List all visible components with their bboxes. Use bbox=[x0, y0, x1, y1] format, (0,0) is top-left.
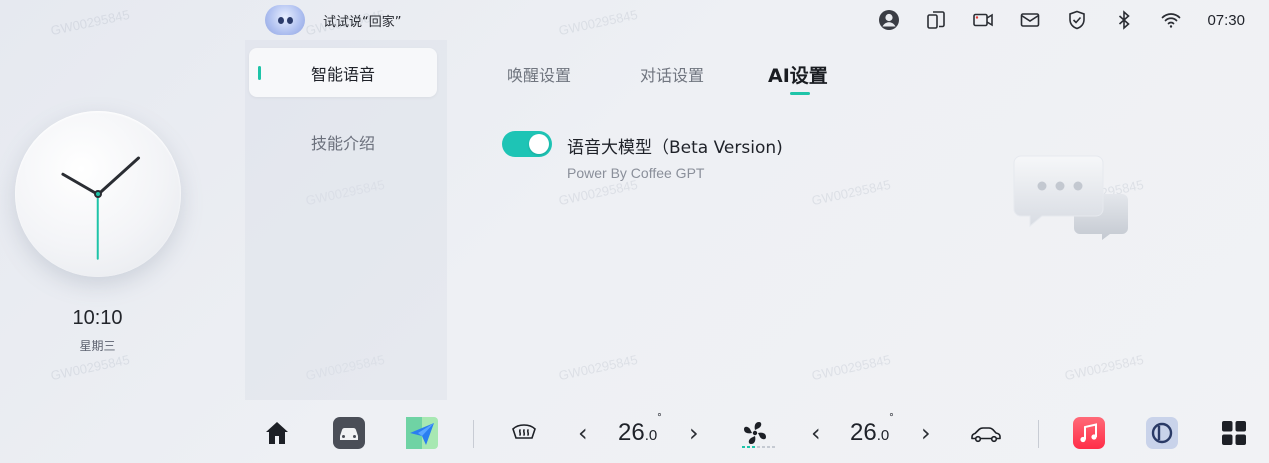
music-app-icon[interactable] bbox=[1072, 416, 1106, 450]
phone-mirror-icon[interactable] bbox=[925, 9, 947, 31]
sidebar-item-label: 智能语音 bbox=[310, 64, 375, 84]
tab-dialog-settings[interactable]: 对话设置 bbox=[640, 62, 704, 86]
clock-center bbox=[94, 190, 102, 198]
status-bar: 试试说“回家” 07:30 bbox=[245, 0, 1269, 40]
llm-toggle-switch[interactable] bbox=[502, 131, 552, 157]
right-temp-down-button[interactable]: ‹ bbox=[811, 419, 821, 447]
watermark: GW00295845 bbox=[810, 351, 892, 384]
right-temperature: 26.0° bbox=[850, 412, 894, 446]
clock-hour-hand bbox=[60, 171, 99, 196]
watermark: GW00295845 bbox=[1063, 351, 1145, 384]
dock-divider bbox=[473, 420, 474, 448]
fan-icon[interactable] bbox=[738, 416, 772, 450]
bluetooth-icon[interactable] bbox=[1113, 9, 1135, 31]
setting-title: 语音大模型（Beta Version) bbox=[567, 138, 783, 158]
wifi-icon[interactable] bbox=[1160, 9, 1182, 31]
clock-minute-hand bbox=[96, 155, 141, 196]
analog-clock bbox=[15, 111, 181, 277]
watermark: GW00295845 bbox=[810, 176, 892, 209]
navigation-app-icon[interactable] bbox=[405, 416, 439, 450]
car-app-icon[interactable] bbox=[332, 416, 366, 450]
chat-bubbles-icon bbox=[1013, 155, 1128, 240]
app-grid-icon[interactable] bbox=[1217, 416, 1251, 450]
dock-divider bbox=[1038, 420, 1039, 448]
rear-defrost-icon[interactable] bbox=[507, 416, 541, 450]
bottom-dock: ‹ 26.0° › ‹ 26.0° › bbox=[245, 402, 1269, 463]
left-temp-up-button[interactable]: › bbox=[689, 419, 699, 447]
vehicle-status-icon[interactable] bbox=[969, 416, 1003, 450]
right-temp-up-button[interactable]: › bbox=[921, 419, 931, 447]
digital-time: 10:10 bbox=[72, 307, 123, 329]
left-temp-down-button[interactable]: ‹ bbox=[578, 419, 588, 447]
settings-sidebar: 智能语音 技能介绍 bbox=[245, 40, 447, 400]
sidebar-item-skills[interactable]: 技能介绍 bbox=[249, 117, 437, 166]
tab-ai-settings[interactable]: AI设置 bbox=[768, 61, 828, 88]
fan-level-indicator bbox=[742, 446, 775, 448]
watermark: GW00295845 bbox=[557, 176, 639, 209]
voice-assistant-icon[interactable] bbox=[265, 5, 305, 35]
sidebar-item-voice[interactable]: 智能语音 bbox=[249, 48, 437, 97]
setting-subtitle: Power By Coffee GPT bbox=[567, 165, 705, 181]
assistant-hint: 试试说“回家” bbox=[323, 15, 402, 30]
left-temperature: 26.0° bbox=[618, 412, 662, 446]
dashcam-icon[interactable] bbox=[972, 9, 994, 31]
clock-widget[interactable]: 10:10 星期三 bbox=[0, 0, 195, 463]
system-time: 07:30 bbox=[1207, 11, 1245, 29]
settings-tabs: 唤醒设置 对话设置 AI设置 bbox=[447, 40, 1269, 110]
toggle-knob bbox=[529, 134, 549, 154]
watermark: GW00295845 bbox=[557, 351, 639, 384]
message-icon[interactable] bbox=[1019, 9, 1041, 31]
media-app-icon[interactable] bbox=[1145, 416, 1179, 450]
tab-wake-settings[interactable]: 唤醒设置 bbox=[507, 62, 571, 86]
active-indicator bbox=[258, 66, 261, 80]
weekday-label: 星期三 bbox=[79, 339, 116, 353]
tab-underline bbox=[790, 92, 810, 95]
user-avatar-icon[interactable] bbox=[878, 9, 900, 31]
sidebar-item-label: 技能介绍 bbox=[310, 133, 375, 153]
shield-icon[interactable] bbox=[1066, 9, 1088, 31]
clock-second-hand bbox=[97, 194, 99, 260]
home-icon[interactable] bbox=[260, 416, 294, 450]
